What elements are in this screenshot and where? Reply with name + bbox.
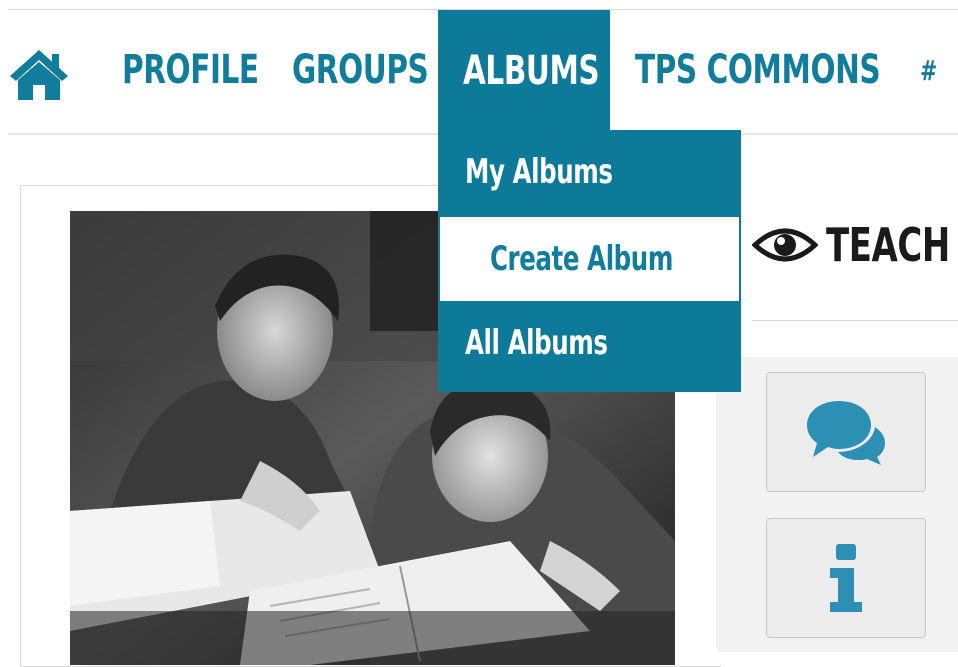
- nav-profile[interactable]: PROFILE: [122, 10, 289, 130]
- albums-dropdown-menu: My Albums Create Album All Albums: [438, 130, 741, 392]
- info-button[interactable]: [766, 518, 926, 638]
- nav-tps-commons[interactable]: TPS COMMONS: [635, 10, 934, 130]
- page-title: TEACH: [752, 210, 958, 280]
- home-icon[interactable]: [8, 48, 70, 100]
- menu-item-all-albums[interactable]: All Albums: [438, 301, 741, 385]
- comments-button[interactable]: [766, 372, 926, 492]
- comments-icon: [807, 401, 885, 465]
- page-title-text: TEACH: [826, 218, 950, 272]
- nav-groups[interactable]: GROUPS: [292, 10, 458, 130]
- title-divider: [752, 320, 958, 321]
- menu-item-create-album[interactable]: Create Album: [440, 217, 739, 301]
- eye-icon: [752, 228, 818, 262]
- menu-item-my-albums[interactable]: My Albums: [438, 130, 741, 214]
- info-icon: [830, 544, 862, 612]
- nav-hash[interactable]: #: [920, 10, 941, 130]
- nav-albums[interactable]: ALBUMS: [438, 10, 610, 132]
